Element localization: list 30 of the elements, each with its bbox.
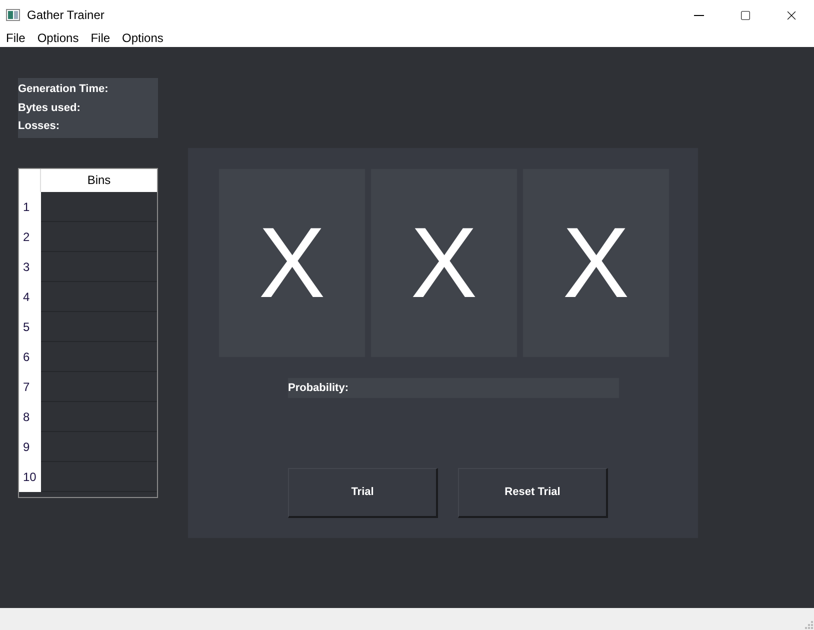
row-number: 10 xyxy=(19,462,41,492)
app-icon xyxy=(6,9,20,21)
menu-item[interactable]: File xyxy=(0,30,32,47)
column-header: Bins xyxy=(41,169,157,192)
row-number: 5 xyxy=(19,312,41,342)
menu-item[interactable]: Options xyxy=(31,30,85,47)
row-number: 8 xyxy=(19,402,41,432)
stat-label: Losses: xyxy=(18,119,61,134)
menu-item[interactable]: Options xyxy=(116,30,170,47)
probability-label: Probability: xyxy=(288,380,349,396)
stat-label: Generation Time: xyxy=(18,82,110,97)
resize-grip-icon xyxy=(805,621,813,629)
letter-card: X xyxy=(523,169,669,357)
row-number: 1 xyxy=(19,192,41,222)
row-number: 4 xyxy=(19,282,41,312)
minimize-icon xyxy=(694,14,704,16)
row-number: 6 xyxy=(19,342,41,372)
row-number: 7 xyxy=(19,372,41,402)
maximize-icon xyxy=(740,10,750,20)
row-number: 9 xyxy=(19,432,41,462)
action-button[interactable]: Trial xyxy=(288,468,438,518)
action-button[interactable]: Reset Trial xyxy=(458,468,608,518)
letter-card: X xyxy=(371,169,517,357)
corner-header xyxy=(19,169,41,192)
row-number: 3 xyxy=(19,252,41,282)
row-number: 2 xyxy=(19,222,41,252)
window-title: Gather Trainer xyxy=(27,7,104,24)
stat-label: Bytes used: xyxy=(18,100,82,116)
letter-card: X xyxy=(219,169,365,357)
menu-item[interactable]: File xyxy=(84,30,116,47)
